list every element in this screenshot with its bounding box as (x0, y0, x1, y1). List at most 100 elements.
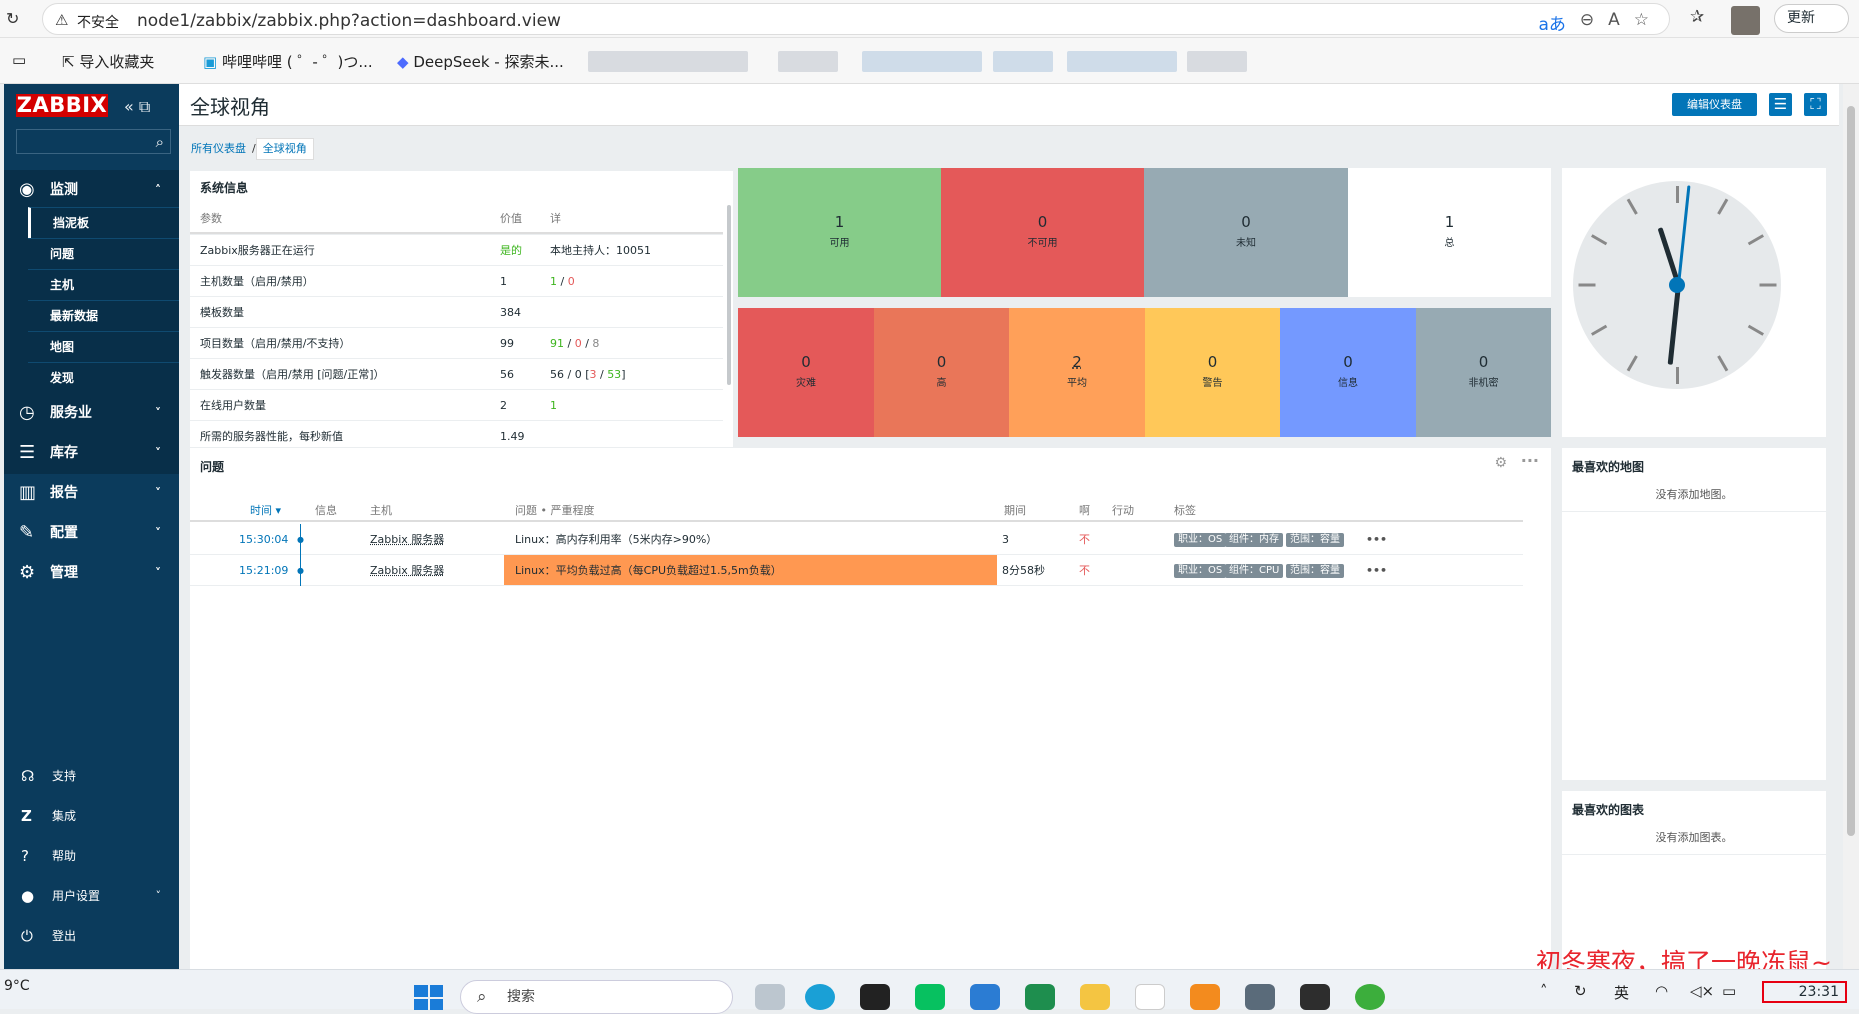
nav-services[interactable]: ◷ 服务业 ˅ (4, 393, 179, 433)
problem-tag[interactable]: 组件：内存 (1225, 533, 1283, 547)
read-aloud-icon[interactable]: A (1608, 10, 1620, 35)
blurred-bookmark[interactable] (1067, 51, 1177, 72)
edit-dashboard-button[interactable]: 编辑仪表盘 (1672, 93, 1757, 116)
blurred-bookmark[interactable] (588, 51, 748, 72)
availability-total[interactable]: 1总 (1348, 168, 1551, 297)
page-scrollbar[interactable] (1843, 84, 1859, 969)
favorite-star-icon[interactable]: ☆ (1634, 10, 1649, 35)
nav-hosts[interactable]: 主机 (28, 269, 179, 300)
word-icon[interactable] (970, 984, 1000, 1010)
problem-time[interactable]: 15:21:09 (239, 555, 288, 586)
nav-sign-out[interactable]: ⏻ 登出 (4, 916, 179, 956)
severity-information[interactable]: 0 信息 (1280, 308, 1416, 437)
windows-start-icon[interactable] (414, 985, 443, 1010)
severity-high[interactable]: 0高 (874, 308, 1009, 437)
problem-ack[interactable]: 不 (1079, 524, 1090, 555)
nav-monitoring[interactable]: ◉ 监测 ˄ (4, 170, 179, 210)
problem-host[interactable]: Zabbix 服务器 (370, 555, 444, 586)
reload-icon[interactable]: ↻ (6, 10, 24, 28)
more-tags-icon[interactable]: ••• (1366, 555, 1387, 586)
favorites-icon[interactable]: ✰ (1690, 7, 1704, 27)
volume-icon[interactable]: ◁× (1690, 982, 1714, 1000)
nav-dashboard[interactable]: 挡泥板 (28, 207, 179, 238)
availability-unavailable[interactable]: 0 不可用 (941, 168, 1144, 297)
translate-icon[interactable]: aあ (1538, 10, 1565, 35)
update-button[interactable]: 更新 (1774, 4, 1849, 33)
zabbix-logo[interactable]: ZABBIX (16, 94, 108, 117)
bookmark-bilibili[interactable]: ▣ 哔哩哔哩 ( ゜- ゜)つ... (203, 51, 373, 72)
problem-tag[interactable]: 范围：容量 (1286, 564, 1344, 578)
fullscreen-icon[interactable]: ⛶ (1804, 93, 1827, 116)
intellij-icon[interactable] (860, 984, 890, 1010)
sidebar-icon[interactable]: ▭ (12, 51, 26, 69)
widget-settings-icon[interactable]: ⚙ (1494, 455, 1507, 471)
sync-icon[interactable]: ↻ (1574, 982, 1587, 1000)
availability-unknown[interactable]: 0 未知 (1144, 168, 1348, 297)
nav-user-settings[interactable]: ● 用户设置 ˅ (4, 876, 179, 916)
nav-reports[interactable]: ▥ 报告 ˅ (4, 473, 179, 513)
terminal-icon[interactable] (1300, 984, 1330, 1010)
blurred-bookmark[interactable] (993, 51, 1053, 72)
widget-more-icon[interactable]: ··· (1521, 451, 1539, 470)
severity-disaster[interactable]: 0 灾难 (738, 308, 874, 437)
problem-name[interactable]: Linux：高内存利用率（5米内存>90%） (515, 524, 717, 555)
severity-warning[interactable]: 0 警告 (1145, 308, 1280, 437)
problem-tag[interactable]: 范围：容量 (1286, 533, 1344, 547)
nav-latest-data[interactable]: 最新数据 (28, 300, 179, 331)
weather-widget[interactable]: 9°C (4, 978, 30, 994)
nav-help[interactable]: ? 帮助 (4, 836, 179, 876)
taskbar-clock[interactable]: 23:31 (1762, 981, 1847, 1003)
more-tags-icon[interactable]: ••• (1366, 524, 1387, 555)
nav-support[interactable]: ☊ 支持 (4, 756, 179, 796)
nav-integrations[interactable]: Z 集成 (4, 796, 179, 836)
security-label[interactable]: 不安全 (77, 12, 119, 32)
severity-average[interactable]: 2 平均 (1009, 308, 1145, 437)
problem-tag[interactable]: 组件：CPU (1225, 564, 1284, 578)
wifi-icon[interactable]: ◠ (1655, 982, 1668, 1000)
app-icon[interactable] (1355, 984, 1385, 1010)
nav-discovery[interactable]: 发现 (28, 362, 179, 393)
edge-icon[interactable] (805, 984, 835, 1010)
vmware-icon[interactable] (1190, 984, 1220, 1010)
widget-scrollbar[interactable] (727, 205, 731, 385)
collapse-sidebar-icon[interactable]: « ⧉ (124, 97, 150, 117)
bookmark-import[interactable]: ⇱ 导入收藏夹 (62, 51, 154, 72)
nav-maps[interactable]: 地图 (28, 331, 179, 362)
problem-name[interactable]: Linux：平均负载过高（每CPU负载超过1.5,5m负载） (504, 555, 997, 585)
scrollbar-thumb[interactable] (1847, 106, 1855, 836)
nav-inventory[interactable]: ☰ 库存 ˅ (4, 433, 179, 473)
blurred-bookmark[interactable] (1187, 51, 1247, 72)
remote-desktop-icon[interactable] (1245, 984, 1275, 1010)
problem-ack[interactable]: 不 (1079, 555, 1090, 586)
problem-tag[interactable]: 职业：OS (1174, 564, 1227, 578)
nav-administration[interactable]: ⚙ 管理 ˅ (4, 553, 179, 593)
url-text[interactable]: node1/zabbix/zabbix.php?action=dashboard… (137, 11, 561, 31)
nav-configuration[interactable]: ✎ 配置 ˅ (4, 513, 179, 553)
blurred-bookmark[interactable] (862, 51, 982, 72)
availability-available[interactable]: 1 可用 (738, 168, 941, 297)
typora-icon[interactable] (1135, 984, 1165, 1010)
address-bar[interactable]: ⚠ 不安全 node1/zabbix/zabbix.php?action=das… (42, 3, 1670, 35)
ime-indicator[interactable]: 英 (1614, 982, 1629, 1003)
excel-icon[interactable] (1025, 984, 1055, 1010)
problem-host[interactable]: Zabbix 服务器 (370, 524, 444, 555)
battery-icon[interactable]: ▭ (1722, 982, 1736, 1000)
problem-time[interactable]: 15:30:04 (239, 524, 288, 555)
zoom-out-icon[interactable]: ⊖ (1580, 10, 1594, 35)
nav-problems[interactable]: 问题 (28, 238, 179, 269)
bookmark-deepseek[interactable]: ◆ DeepSeek - 探索未... (397, 51, 564, 72)
dashboard-menu-button[interactable]: ☰ (1769, 93, 1792, 116)
search-icon[interactable]: ⌕ (156, 133, 164, 151)
task-view-icon[interactable] (755, 984, 785, 1010)
severity-not-classified[interactable]: 0 非机密 (1416, 308, 1551, 437)
file-explorer-icon[interactable] (1080, 984, 1110, 1010)
problem-tag[interactable]: 职业：OS (1174, 533, 1227, 547)
wechat-icon[interactable] (915, 984, 945, 1010)
sidebar-search-input[interactable]: ⌕ (16, 129, 171, 154)
profile-avatar[interactable] (1731, 6, 1760, 35)
problem-duration[interactable]: 3 (1002, 524, 1009, 555)
blurred-bookmark[interactable] (778, 51, 838, 72)
breadcrumb-all-dashboards[interactable]: 所有仪表盘 (185, 139, 252, 159)
breadcrumb-current[interactable]: 全球视角 (255, 138, 314, 160)
column-time[interactable]: 时间 ▾ (250, 502, 281, 518)
